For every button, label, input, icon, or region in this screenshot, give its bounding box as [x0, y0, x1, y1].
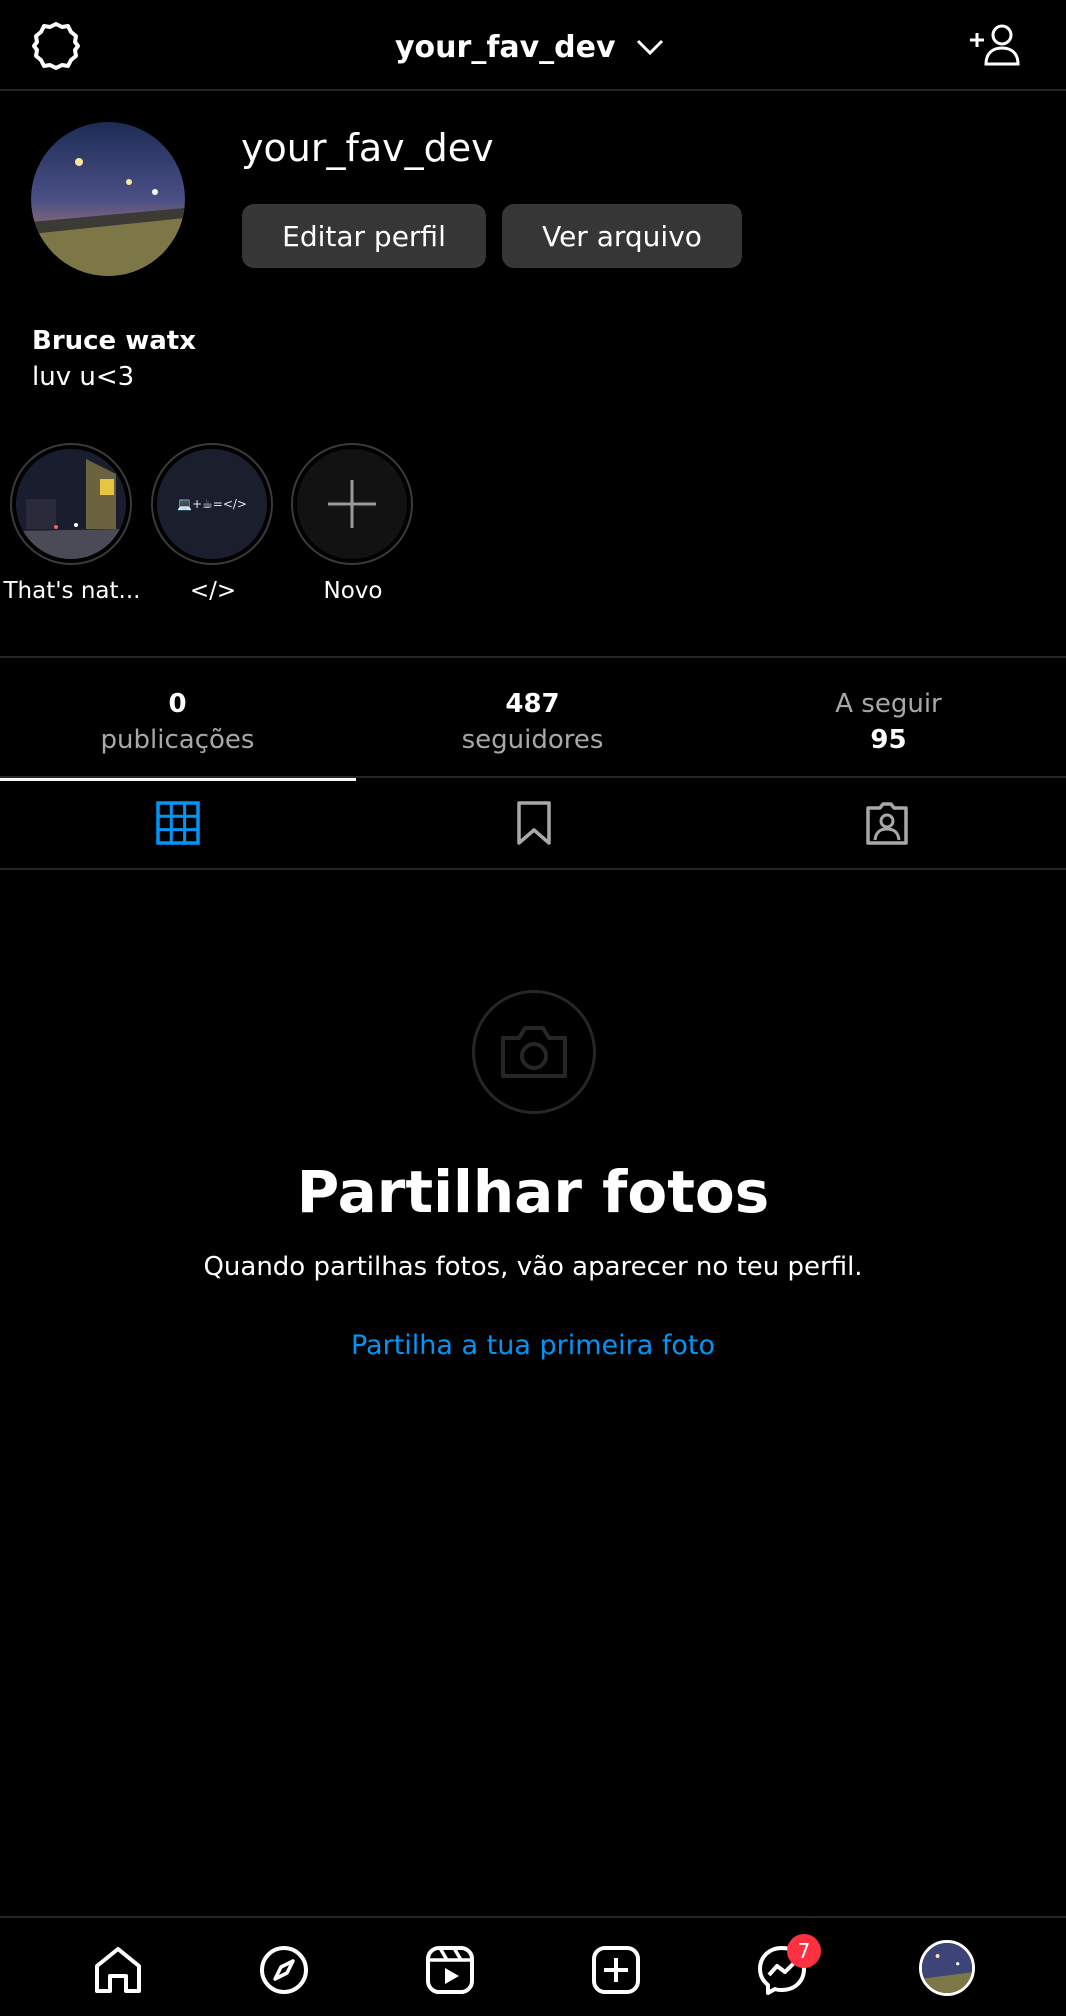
new-highlight-button[interactable] — [291, 443, 413, 565]
messages-badge: 7 — [787, 1934, 821, 1968]
highlight-cover — [16, 449, 126, 559]
highlight-label: </> — [189, 578, 237, 604]
top-bar: your_fav_dev — [0, 0, 1066, 91]
empty-state-title: Partilhar fotos — [296, 1158, 770, 1226]
highlight-1[interactable] — [10, 443, 132, 565]
edit-profile-button[interactable]: Editar perfil — [242, 204, 486, 268]
posts-value: 0 — [168, 689, 187, 719]
account-switcher[interactable]: your_fav_dev — [395, 24, 664, 70]
profile-tab-avatar[interactable] — [919, 1940, 975, 1996]
reels-icon[interactable] — [424, 1944, 476, 1996]
followers-value: 487 — [505, 689, 560, 719]
followers-count[interactable]: 487 seguidores — [355, 686, 710, 758]
settings-gear-icon[interactable] — [30, 20, 82, 72]
chevron-down-icon — [636, 39, 663, 56]
header-username: your_fav_dev — [395, 29, 616, 65]
plus-icon — [328, 480, 376, 528]
followers-label: seguidores — [461, 725, 604, 755]
posts-count: 0 publicações — [0, 686, 355, 758]
bookmark-icon[interactable] — [511, 800, 557, 846]
profile-tabs — [0, 778, 1066, 870]
create-post-icon[interactable] — [590, 1944, 642, 1996]
highlight-2[interactable]: 💻+☕=</> — [151, 443, 273, 565]
profile-bio: luv u<3 — [32, 362, 135, 392]
bottom-navigation: 7 — [0, 1916, 1066, 2016]
highlight-label: That's nat... — [3, 578, 141, 604]
view-archive-button[interactable]: Ver arquivo — [502, 204, 742, 268]
following-count[interactable]: A seguir 95 — [711, 686, 1066, 758]
following-label: A seguir — [835, 689, 942, 719]
profile-stats: 0 publicações 487 seguidores A seguir 95 — [0, 656, 1066, 778]
following-value: 95 — [870, 725, 907, 755]
profile-avatar[interactable] — [31, 122, 185, 276]
share-first-photo-link[interactable]: Partilha a tua primeira foto — [0, 1330, 1066, 1361]
profile-display-name: Bruce watx — [32, 326, 197, 356]
posts-label: publicações — [100, 725, 255, 755]
active-tab-indicator — [0, 778, 356, 781]
profile-username: your_fav_dev — [241, 126, 494, 170]
empty-state-camera — [472, 990, 596, 1114]
camera-icon — [501, 1026, 567, 1078]
new-highlight-cover — [297, 449, 407, 559]
home-icon[interactable] — [92, 1944, 144, 1996]
tagged-user-icon[interactable] — [864, 800, 910, 846]
explore-icon[interactable] — [258, 1944, 310, 1996]
avatar-photo — [31, 122, 185, 276]
highlight-cover-text: 💻+☕=</> — [177, 497, 247, 511]
grid-icon[interactable] — [155, 800, 201, 846]
avatar-photo — [922, 1943, 972, 1993]
highlight-label: Novo — [323, 578, 383, 604]
highlight-cover: 💻+☕=</> — [157, 449, 267, 559]
add-user-icon[interactable] — [968, 22, 1020, 66]
empty-state-subtitle: Quando partilhas fotos, vão aparecer no … — [203, 1252, 863, 1282]
